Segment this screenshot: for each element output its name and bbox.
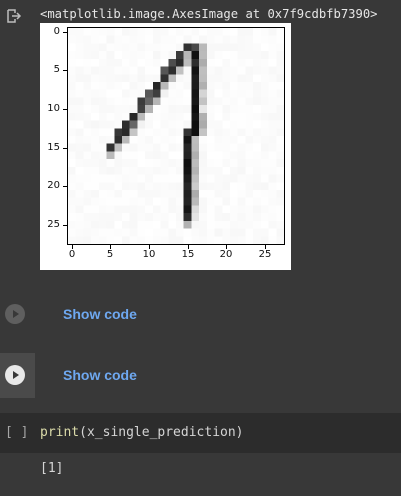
hidden-code-section-2: Show code [0,353,401,398]
show-code-link-1[interactable]: Show code [63,306,137,322]
run-cell-button-1[interactable] [5,304,25,324]
digit-image [68,28,284,244]
x-tick-label: 5 [106,249,114,260]
code-cell[interactable]: [ ] print(x_single_prediction) [0,413,401,453]
y-tick-mark [63,225,67,226]
y-tick-label: 10 [47,103,60,114]
x-tick-label: 15 [181,249,195,260]
cell-output-text: [1] [40,461,64,476]
y-tick-label: 5 [53,64,60,75]
play-icon [13,371,19,379]
y-tick-mark [63,70,67,71]
show-code-link-2[interactable]: Show code [63,367,137,383]
y-tick-label: 25 [47,219,60,230]
code-arguments: (x_single_prediction) [79,425,244,440]
y-tick-mark [63,109,67,110]
play-icon [13,310,19,318]
hidden-code-section-1: Show code [0,292,401,337]
cell-execution-count[interactable]: [ ] [5,425,28,440]
x-tick-label: 0 [68,249,76,260]
y-tick-label: 0 [53,26,60,37]
y-tick-label: 20 [47,180,60,191]
y-tick-mark [63,186,67,187]
output-repr-text: <matplotlib.image.AxesImage at 0x7f9cdbf… [40,7,378,21]
x-tick-label: 10 [142,249,156,260]
image-axes [67,27,285,245]
output-redirect-icon[interactable] [6,8,22,24]
code-function-name: print [40,425,80,440]
code-editor-line[interactable]: print(x_single_prediction) [40,425,244,440]
y-tick-label: 15 [47,142,60,153]
x-tick-label: 20 [219,249,233,260]
y-tick-mark [63,32,67,33]
x-tick-label: 25 [258,249,272,260]
run-cell-button-2[interactable] [5,365,25,385]
y-tick-mark [63,148,67,149]
